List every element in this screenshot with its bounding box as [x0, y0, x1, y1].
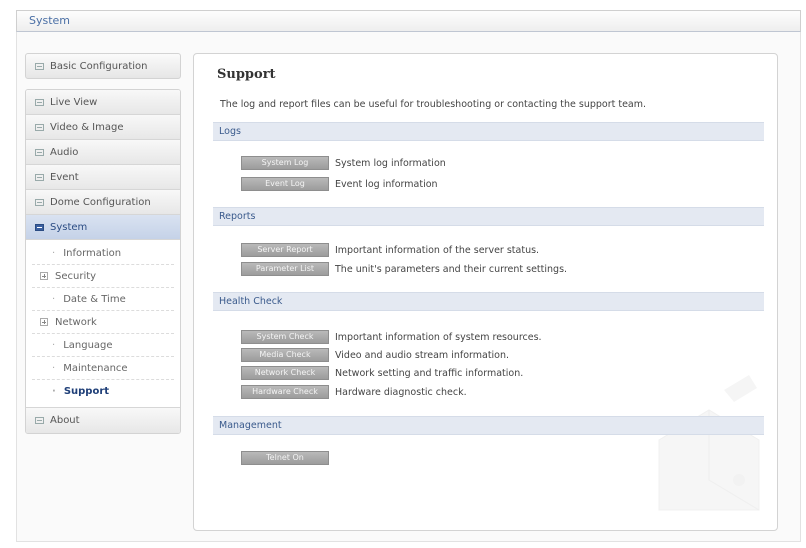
submenu-item-label: Maintenance	[63, 362, 128, 374]
page-description: The log and report files can be useful f…	[220, 99, 647, 110]
bullet-icon: ·	[52, 386, 56, 397]
support-row: System Log System log information	[241, 156, 446, 170]
sidebar-item-label: Basic Configuration	[50, 60, 148, 72]
telnet-on-button[interactable]: Telnet On	[241, 451, 329, 465]
hardware-check-button[interactable]: Hardware Check	[241, 385, 329, 399]
support-row: Event Log Event log information	[241, 177, 438, 191]
row-description: Network setting and traffic information.	[335, 367, 524, 379]
row-description: Important information of system resource…	[335, 331, 542, 343]
sidebar-item-system[interactable]: System	[26, 215, 180, 240]
submenu-item-support[interactable]: · Support	[32, 380, 174, 403]
sidebar-item-label: Dome Configuration	[50, 196, 151, 208]
row-description: Event log information	[335, 178, 438, 190]
menu-folder-icon	[35, 198, 44, 206]
media-check-button[interactable]: Media Check	[241, 348, 329, 362]
system-submenu: · Information Security · Date & Time Net…	[26, 240, 180, 408]
support-row: Media Check Video and audio stream infor…	[241, 348, 509, 362]
bullet-icon: ·	[52, 293, 56, 305]
row-description: Hardware diagnostic check.	[335, 386, 467, 398]
section-header-management: Management	[213, 416, 764, 435]
sidebar-item-about[interactable]: About	[26, 408, 180, 433]
sidebar-item-event[interactable]: Event	[26, 165, 180, 190]
support-row: Server Report Important information of t…	[241, 243, 539, 257]
window-titlebar: System	[16, 10, 801, 32]
submenu-item-label: Language	[63, 339, 113, 351]
submenu-item-maintenance[interactable]: · Maintenance	[32, 357, 174, 380]
sidebar-item-dome-configuration[interactable]: Dome Configuration	[26, 190, 180, 215]
support-row: Parameter List The unit's parameters and…	[241, 262, 567, 276]
page-title: Support	[217, 67, 276, 82]
expand-icon[interactable]	[40, 272, 48, 280]
event-log-button[interactable]: Event Log	[241, 177, 329, 191]
submenu-item-label: Security	[55, 270, 97, 282]
support-row: Network Check Network setting and traffi…	[241, 366, 523, 380]
server-report-button[interactable]: Server Report	[241, 243, 329, 257]
submenu-item-security[interactable]: Security	[32, 265, 174, 288]
sidebar-item-label: Video & Image	[50, 121, 124, 133]
tools-watermark-icon	[658, 375, 760, 511]
submenu-item-label: Date & Time	[63, 293, 126, 305]
network-check-button[interactable]: Network Check	[241, 366, 329, 380]
parameter-list-button[interactable]: Parameter List	[241, 262, 329, 276]
bullet-icon: ·	[52, 362, 56, 374]
sidebar-item-label: Event	[50, 171, 79, 183]
bullet-icon: ·	[52, 247, 56, 259]
menu-folder-icon	[35, 98, 44, 106]
row-description: The unit's parameters and their current …	[335, 263, 568, 275]
row-description: System log information	[335, 157, 446, 169]
window-title: System	[29, 14, 71, 27]
row-description: Video and audio stream information.	[335, 349, 510, 361]
support-row: Hardware Check Hardware diagnostic check…	[241, 385, 467, 399]
menu-folder-icon	[35, 123, 44, 131]
sidebar-item-label: About	[50, 415, 80, 426]
support-row: Telnet On	[241, 451, 329, 465]
sidebar-item-label: Audio	[50, 146, 79, 158]
sidebar-item-video-image[interactable]: Video & Image	[26, 115, 180, 140]
submenu-item-network[interactable]: Network	[32, 311, 174, 334]
expand-icon[interactable]	[40, 318, 48, 326]
sidebar-item-label: Live View	[50, 96, 98, 108]
submenu-item-label: Network	[55, 316, 97, 328]
section-header-health-check: Health Check	[213, 292, 764, 311]
submenu-item-label: Support	[63, 386, 110, 397]
submenu-item-language[interactable]: · Language	[32, 334, 174, 357]
row-description: Important information of the server stat…	[335, 244, 540, 256]
submenu-item-information[interactable]: · Information	[32, 242, 174, 265]
support-panel: Support The log and report files can be …	[193, 53, 778, 531]
sidebar-item-label: System	[50, 221, 88, 233]
submenu-item-date-time[interactable]: · Date & Time	[32, 288, 174, 311]
sidebar-item-audio[interactable]: Audio	[26, 140, 180, 165]
support-row: System Check Important information of sy…	[241, 330, 542, 344]
system-check-button[interactable]: System Check	[241, 330, 329, 344]
section-header-logs: Logs	[213, 122, 764, 141]
submenu-item-label: Information	[63, 247, 122, 259]
menu-folder-icon	[35, 148, 44, 156]
menu-folder-icon	[35, 417, 44, 424]
sidebar-item-basic-configuration[interactable]: Basic Configuration	[25, 53, 181, 79]
system-log-button[interactable]: System Log	[241, 156, 329, 170]
section-header-reports: Reports	[213, 207, 764, 226]
sidebar-item-live-view[interactable]: Live View	[26, 90, 180, 115]
menu-folder-open-icon	[35, 223, 44, 231]
bullet-icon: ·	[52, 339, 56, 351]
menu-folder-icon	[35, 62, 44, 70]
menu-folder-icon	[35, 173, 44, 181]
sidebar-menu: Live View Video & Image Audio Event Dome…	[25, 89, 181, 434]
